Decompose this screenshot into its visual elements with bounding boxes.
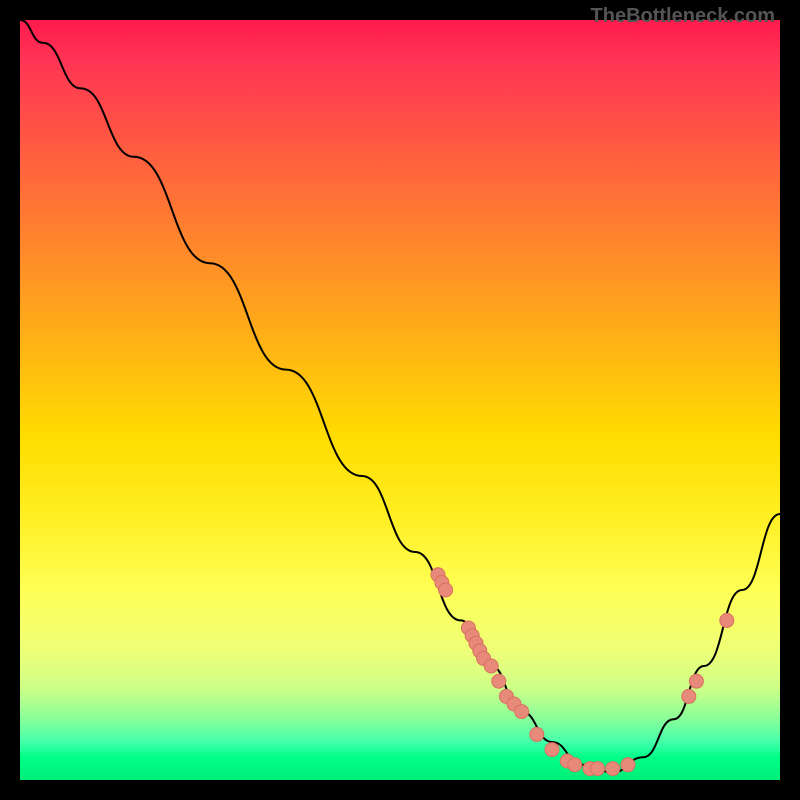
bottleneck-curve [20, 20, 780, 772]
data-point [621, 758, 635, 772]
watermark-text: TheBottleneck.com [591, 5, 775, 28]
data-point [606, 762, 620, 776]
data-point [545, 743, 559, 757]
data-point [492, 674, 506, 688]
data-point [689, 674, 703, 688]
data-point [682, 689, 696, 703]
data-point [530, 727, 544, 741]
data-point [591, 762, 605, 776]
data-point [484, 659, 498, 673]
data-point [720, 613, 734, 627]
chart-gradient-background [20, 20, 780, 780]
data-point [515, 705, 529, 719]
chart-svg [20, 20, 780, 780]
data-points-group [431, 568, 734, 776]
data-point [439, 583, 453, 597]
data-point [568, 758, 582, 772]
